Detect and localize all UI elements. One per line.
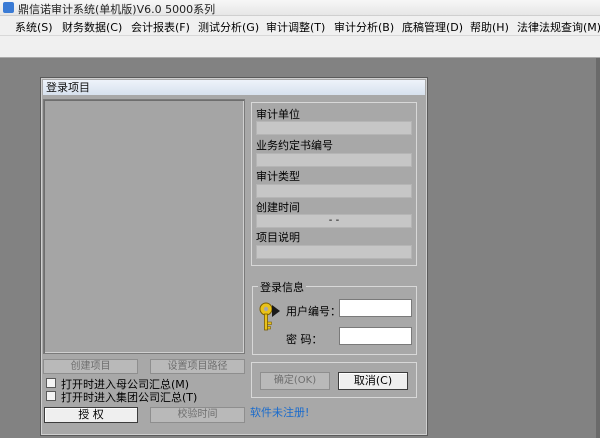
audit-unit-label: 审计单位 [256,108,300,121]
menu-accounting-reports[interactable]: 会计报表(F) [131,19,190,35]
menu-test-analysis[interactable]: 测试分析(G) [198,19,259,35]
audit-unit-field [256,121,412,135]
calibrate-time-button[interactable]: 校验时间 [150,407,245,423]
user-id-label: 用户编号： [286,305,341,318]
menu-system[interactable]: 系统(S) [15,19,53,35]
app-icon [3,2,14,13]
menu-help[interactable]: 帮助(H) [470,19,509,35]
menu-audit-analysis[interactable]: 审计分析(B) [334,19,394,35]
window-title: 鼎信诺审计系统(单机版)V6.0 5000系列 [18,3,216,16]
user-id-input[interactable] [339,299,412,317]
menu-financial-data[interactable]: 财务数据(C) [62,19,122,35]
parent-summary-checkbox[interactable] [46,378,56,388]
confirm-button[interactable]: 确定(OK) [260,372,330,390]
menu-workpaper-mgmt[interactable]: 底稿管理(D) [402,19,463,35]
project-desc-label: 项目说明 [256,231,300,244]
window-titlebar: 鼎信诺审计系统(单机版)V6.0 5000系列 [0,0,600,16]
toolbar-area [0,36,600,58]
contract-no-field [256,153,412,167]
audit-type-label: 审计类型 [256,170,300,183]
dialog-title: 登录项目 [43,80,425,95]
contract-no-label: 业务约定书编号 [256,139,333,152]
group-summary-label: 打开时进入集团公司汇总(T) [61,391,198,404]
unregistered-notice: 软件未注册! [250,406,310,419]
group-summary-checkbox[interactable] [46,391,56,401]
menu-bar: 系统(S) 财务数据(C) 会计报表(F) 测试分析(G) 审计调整(T) 审计… [0,16,600,36]
create-project-button[interactable]: 创建项目 [43,359,138,374]
login-info-label: 登录信息 [258,279,306,295]
workspace-edge [596,58,600,438]
created-time-field: - - [256,214,412,228]
password-label: 密 码： [286,333,323,346]
project-list[interactable] [43,99,245,354]
key-icon [259,302,280,331]
password-input[interactable] [339,327,412,345]
set-project-path-button[interactable]: 设置项目路径 [150,359,245,374]
cancel-button[interactable]: 取消(C) [338,372,408,390]
audit-type-field [256,184,412,198]
project-desc-field [256,245,412,259]
menu-audit-adjust[interactable]: 审计调整(T) [266,19,325,35]
created-time-label: 创建时间 [256,201,300,214]
menu-law-query[interactable]: 法律法规查询(M) [517,19,600,35]
authorize-button[interactable]: 授 权 [44,407,138,423]
